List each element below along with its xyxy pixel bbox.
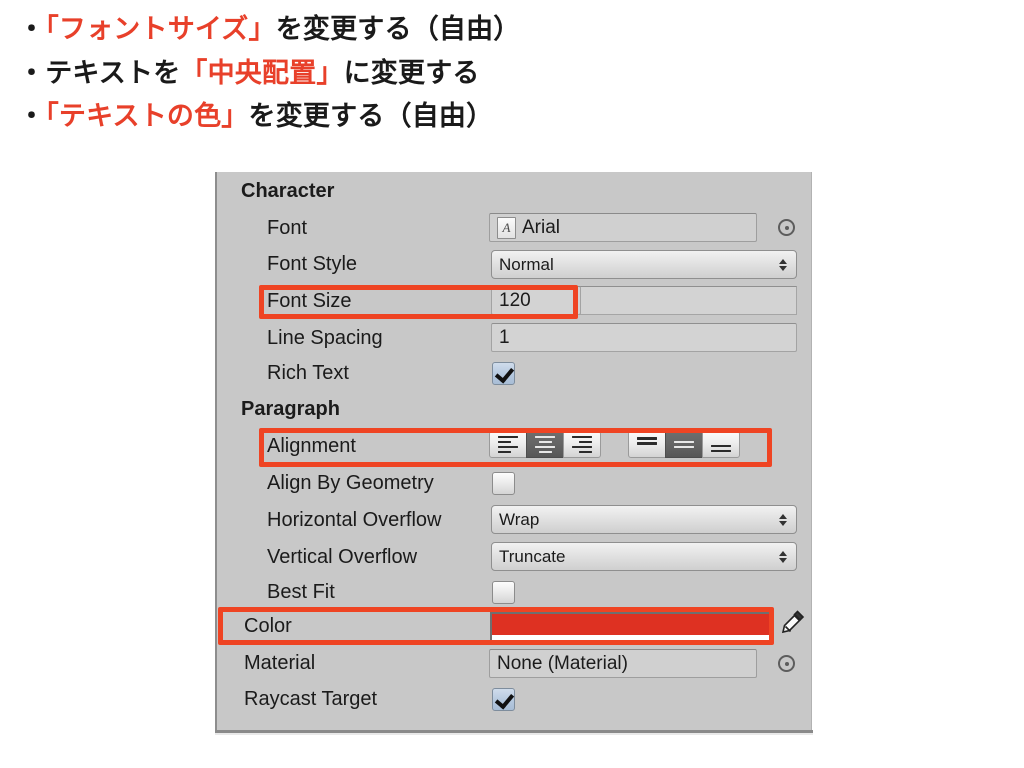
chevron-updown-icon [778, 548, 787, 566]
label-font-style: Font Style [267, 253, 358, 275]
bullet-marker: ・ [18, 14, 46, 44]
label-rich-text: Rich Text [267, 362, 349, 384]
input-font-size[interactable]: 120 [491, 286, 581, 315]
bullet-2-segment-1: テキストを [45, 57, 181, 88]
bullet-marker: ・ [18, 57, 46, 88]
unity-inspector-panel: Character Font A Arial Font Style Normal… [215, 172, 812, 730]
object-picker-icon-material[interactable] [778, 655, 795, 672]
bullet-1-segment-1: 「フォントサイズ」 [45, 14, 276, 44]
bullet-2-segment-3: に変更する [343, 57, 480, 88]
align-center-button[interactable] [526, 431, 564, 458]
color-swatch-alpha [492, 635, 770, 641]
checkbox-raycast-target[interactable] [492, 688, 515, 711]
label-raycast-target: Raycast Target [244, 688, 378, 710]
align-right-button[interactable] [563, 431, 601, 458]
label-material: Material [244, 652, 316, 674]
font-asset-icon: A [497, 216, 516, 239]
dropdown-vertical-overflow[interactable]: Truncate [491, 542, 797, 571]
eyedropper-icon[interactable] [780, 608, 806, 638]
color-swatch-rgb [492, 614, 770, 635]
bullet-item-1: ・「フォントサイズ」を変更する（自由） [18, 8, 978, 52]
inspector-bottom-divider-light [215, 733, 813, 735]
alignment-vertical-group[interactable] [628, 431, 740, 458]
chevron-updown-icon [778, 256, 787, 274]
section-header-paragraph: Paragraph [241, 398, 340, 420]
slide-canvas: ・「フォントサイズ」を変更する（自由） ・テキストを「中央配置」に変更する ・「… [0, 0, 1024, 768]
color-swatch-field[interactable] [490, 612, 772, 643]
bullet-2-segment-2: 「中央配置」 [180, 57, 344, 88]
label-best-fit: Best Fit [267, 581, 335, 603]
field-font-value: Arial [522, 216, 561, 238]
checkbox-align-by-geometry[interactable] [492, 472, 515, 495]
checkbox-rich-text[interactable] [492, 362, 515, 385]
dropdown-vertical-overflow-value: Truncate [499, 546, 566, 566]
label-font: Font [267, 217, 308, 239]
label-color: Color [244, 615, 292, 637]
bullet-1-segment-2: を変更する（自由） [275, 14, 521, 44]
field-material-value: None (Material) [497, 652, 628, 674]
label-horizontal-overflow: Horizontal Overflow [267, 509, 442, 531]
label-align-by-geometry: Align By Geometry [267, 472, 434, 494]
section-header-character: Character [241, 180, 335, 202]
bullet-3-segment-1: 「テキストの色」 [45, 101, 249, 132]
bullet-item-2: ・テキストを「中央配置」に変更する [18, 52, 978, 96]
bullet-list: ・「フォントサイズ」を変更する（自由） ・テキストを「中央配置」に変更する ・「… [18, 8, 978, 139]
chevron-updown-icon [778, 511, 787, 529]
checkbox-best-fit[interactable] [492, 581, 515, 604]
bullet-item-3: ・「テキストの色」を変更する（自由） [18, 95, 978, 139]
dropdown-horizontal-overflow[interactable]: Wrap [491, 505, 797, 534]
label-line-spacing: Line Spacing [267, 327, 383, 349]
dropdown-font-style-value: Normal [499, 254, 554, 274]
alignment-horizontal-group[interactable] [489, 431, 601, 458]
field-font[interactable]: A Arial [489, 213, 757, 242]
label-vertical-overflow: Vertical Overflow [267, 546, 418, 568]
field-material[interactable]: None (Material) [489, 649, 757, 678]
bullet-marker: ・ [18, 101, 46, 132]
input-font-size-value: 120 [499, 289, 531, 311]
bullet-3-segment-2: を変更する（自由） [248, 101, 494, 132]
label-font-size: Font Size [267, 290, 352, 312]
dropdown-horizontal-overflow-value: Wrap [499, 509, 540, 529]
align-left-button[interactable] [489, 431, 527, 458]
dropdown-font-style[interactable]: Normal [491, 250, 797, 279]
object-picker-icon-font[interactable] [778, 219, 795, 236]
align-bottom-button[interactable] [702, 431, 740, 458]
label-alignment: Alignment [267, 435, 356, 457]
input-line-spacing[interactable]: 1 [491, 323, 797, 352]
align-middle-button[interactable] [665, 431, 703, 458]
align-top-button[interactable] [628, 431, 666, 458]
input-line-spacing-value: 1 [499, 326, 510, 348]
